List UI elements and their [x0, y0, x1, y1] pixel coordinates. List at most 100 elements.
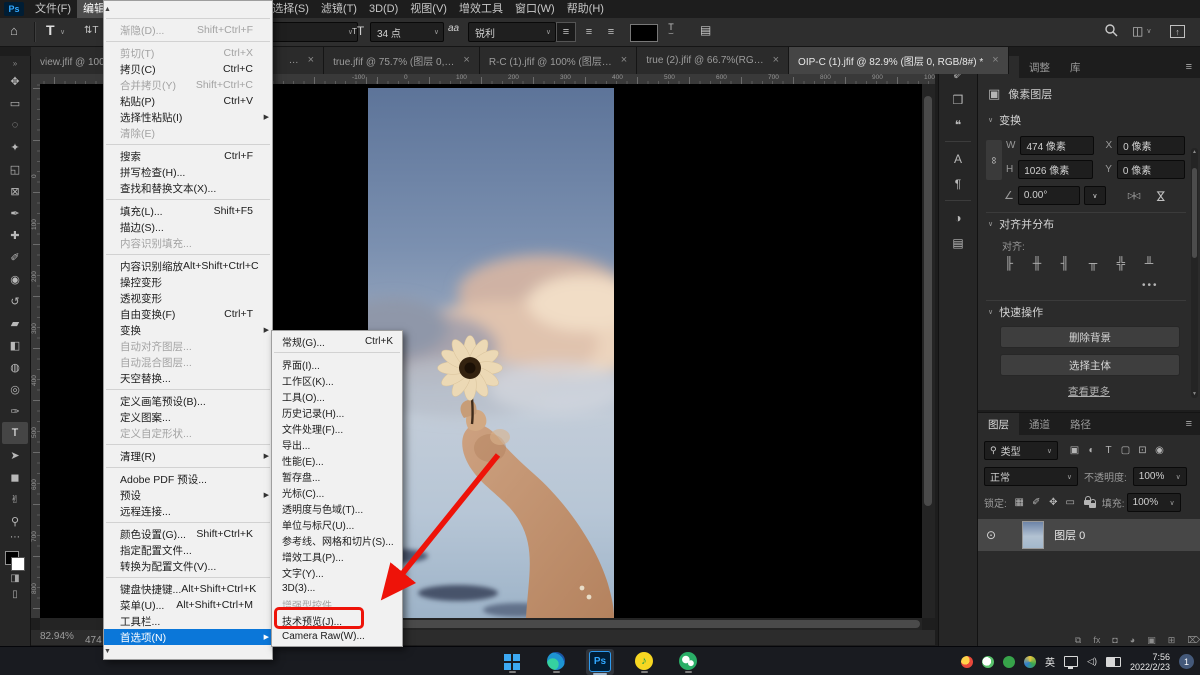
menu-item[interactable]: 光标(C)...	[272, 484, 402, 500]
menu-item[interactable]: 变换 ▶	[104, 322, 272, 338]
menu-item[interactable]: 透视变形	[104, 290, 272, 306]
ime-indicator[interactable]: 英	[1045, 654, 1055, 669]
move-tool[interactable]: ✥	[2, 70, 28, 92]
panel-menu-icon[interactable]: ≡	[1178, 56, 1200, 78]
healing-brush-tool[interactable]: ✚	[2, 224, 28, 246]
menu-item[interactable]: 自动混合图层...	[104, 354, 272, 370]
text-orientation-icon[interactable]: ⇅T	[84, 25, 99, 36]
battery-icon[interactable]	[1105, 656, 1121, 667]
tray-app-icon[interactable]	[961, 655, 974, 668]
document-tab[interactable]: R-C (1).jfif @ 100% (图层… ×	[479, 46, 638, 74]
menu-item[interactable]: 天空替换...	[104, 370, 272, 386]
edit-toolbar-icon[interactable]: ⋯	[10, 532, 20, 548]
history-brush-tool[interactable]: ↺	[2, 290, 28, 312]
shape-tool[interactable]: ◼	[2, 466, 28, 488]
menu-item[interactable]: Camera Raw(W)...	[272, 628, 402, 644]
menu-item[interactable]: 定义画笔预设(B)...	[104, 393, 272, 409]
menu-item[interactable]: 3D(3)...	[272, 580, 402, 596]
menu-item[interactable]: 查找和替换文本(X)...	[104, 180, 272, 196]
menu-item[interactable]: 参考线、网格和切片(S)...	[272, 532, 402, 548]
lock-transparent-pixels-icon[interactable]: ▦	[1011, 497, 1028, 508]
flip-vertical-icon[interactable]: ⋈	[1154, 190, 1168, 202]
width-field[interactable]: 474 像素	[1020, 136, 1095, 155]
align-center-icon[interactable]: ≡	[580, 23, 598, 41]
character-panel-icon[interactable]: A	[939, 146, 977, 171]
menu-item[interactable]: 拼写检查(H)...	[104, 164, 272, 180]
tab-channels[interactable]: 通道	[1019, 413, 1060, 435]
layer-visibility-icon[interactable]: ⊙	[986, 528, 996, 542]
tab-layers[interactable]: 图层	[978, 413, 1019, 435]
layer-filter-select[interactable]: ⚲ 类型 ∨	[984, 441, 1058, 460]
menu-item[interactable]: 转换为配置文件(V)...	[104, 558, 272, 574]
menu-item[interactable]: 透明度与色域(T)...	[272, 500, 402, 516]
menu-item[interactable]: 工具(O)...	[272, 388, 402, 404]
menu-item[interactable]: 首选项(N) ▶	[104, 629, 272, 645]
eraser-tool[interactable]: ▰	[2, 312, 28, 334]
menu-item[interactable]: 性能(E)...	[272, 452, 402, 468]
new-group-icon[interactable]: ▣	[1147, 635, 1156, 646]
filter-shape-layers-icon[interactable]: ▢	[1117, 445, 1134, 456]
menu-item[interactable]: ▼	[104, 645, 272, 657]
crop-tool[interactable]: ◱	[2, 158, 28, 180]
rotation-field[interactable]: 0.00°	[1017, 186, 1080, 205]
filter-smart-objects-icon[interactable]: ⊡	[1134, 445, 1151, 456]
lock-artboard-icon[interactable]: ▭	[1062, 497, 1079, 508]
link-layers-icon[interactable]: ⧉	[1075, 635, 1081, 646]
rotation-chevron-icon[interactable]: ∨	[1083, 186, 1106, 205]
menu-help[interactable]: 帮助(H)	[561, 0, 610, 18]
eyedropper-tool[interactable]: ✒	[2, 202, 28, 224]
menu-item[interactable]: ▲	[104, 3, 272, 15]
new-fill-layer-icon[interactable]: ◕	[1130, 635, 1135, 646]
type-tool-preset-icon[interactable]: T	[46, 22, 55, 38]
zoom-level-field[interactable]: 82.94%	[40, 631, 74, 642]
menu-file[interactable]: 文件(F)	[29, 0, 77, 18]
menu-item[interactable]: 选择性粘贴(I) ▶	[104, 109, 272, 125]
close-tab-icon[interactable]: ×	[992, 54, 998, 66]
filter-pixel-layers-icon[interactable]: ▣	[1066, 445, 1083, 456]
info-panel-icon[interactable]: ▤	[939, 230, 977, 255]
photoshop-logo[interactable]: Ps	[4, 2, 24, 16]
speaker-icon[interactable]: ◁)	[1087, 656, 1097, 667]
menu-item[interactable]: 文件处理(F)...	[272, 420, 402, 436]
scrollbar-thumb[interactable]	[1192, 168, 1197, 258]
tray-app-icon-2[interactable]	[1003, 655, 1016, 668]
align-section-header[interactable]: ∨ 对齐并分布	[988, 216, 1054, 232]
filter-adjustment-layers-icon[interactable]: ◐	[1083, 445, 1100, 456]
menu-view[interactable]: 视图(V)	[404, 0, 453, 18]
taskbar-music-icon[interactable]: ♪	[630, 650, 658, 673]
menu-item[interactable]: 操控变形	[104, 274, 272, 290]
menu-item[interactable]: 剪切(T) Ctrl+X	[104, 45, 272, 61]
y-field[interactable]: 0 像素	[1116, 160, 1185, 179]
menu-item[interactable]: 预设 ▶	[104, 487, 272, 503]
taskbar-photoshop-icon[interactable]: Ps	[586, 648, 614, 675]
see-more-link[interactable]: 查看更多	[978, 384, 1200, 399]
gradient-tool[interactable]: ◧	[2, 334, 28, 356]
menu-item[interactable]: 历史记录(H)...	[272, 404, 402, 420]
new-layer-icon[interactable]: ⊞	[1168, 635, 1176, 646]
screen-mode-icon[interactable]: ▯	[12, 587, 18, 603]
x-field[interactable]: 0 像素	[1117, 136, 1186, 155]
tab-paths[interactable]: 路径	[1060, 413, 1101, 435]
toggle-panels-icon[interactable]: ▤	[700, 23, 711, 37]
menu-item[interactable]: 单位与标尺(U)...	[272, 516, 402, 532]
anti-alias-select[interactable]: 锐利 ∨	[468, 22, 556, 42]
close-tab-icon[interactable]: ×	[463, 54, 469, 66]
menu-item[interactable]: 导出...	[272, 436, 402, 452]
menu-plugins[interactable]: 增效工具	[453, 0, 509, 18]
path-selection-tool[interactable]: ➤	[2, 444, 28, 466]
menu-item[interactable]: 界面(I)...	[272, 356, 402, 372]
layer-name[interactable]: 图层 0	[1054, 527, 1085, 543]
align-left-icon[interactable]: ≡	[556, 22, 576, 42]
layer-effects-icon[interactable]: fx	[1093, 635, 1100, 646]
notification-badge[interactable]: 1	[1179, 654, 1194, 669]
expand-toolbar-icon[interactable]: »	[13, 58, 17, 70]
quick-actions-header[interactable]: ∨ 快速操作	[988, 304, 1043, 320]
marquee-tool[interactable]: ▭	[2, 92, 28, 114]
align-right-edges-icon[interactable]: ╢	[1054, 256, 1076, 270]
clone-stamp-tool[interactable]: ◉	[2, 268, 28, 290]
warp-text-icon[interactable]: T ⌣	[668, 23, 674, 38]
align-horizontal-centers-icon[interactable]: ╫	[1026, 256, 1048, 270]
blur-tool[interactable]: ◍	[2, 356, 28, 378]
menu-item[interactable]: 自动对齐图层...	[104, 338, 272, 354]
layer-thumbnail[interactable]	[1022, 521, 1045, 549]
